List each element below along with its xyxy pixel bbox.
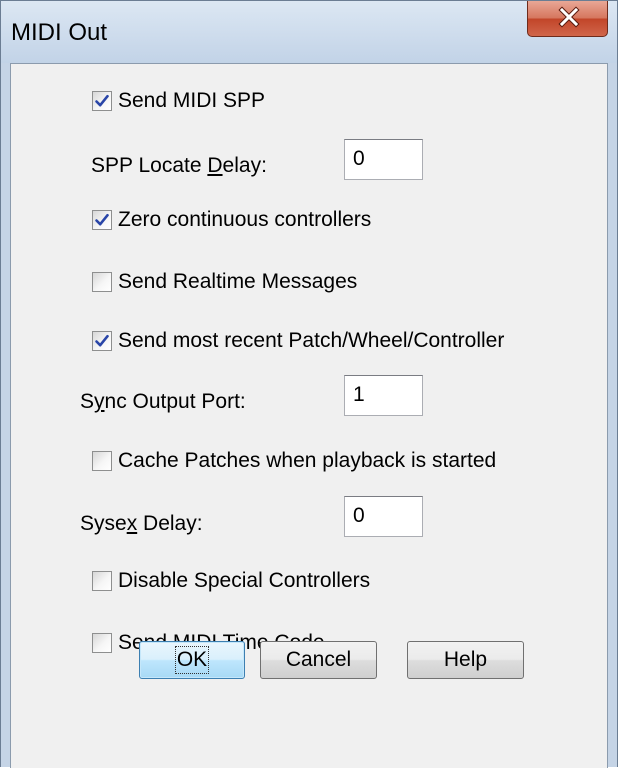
send-midi-spp-option[interactable]: Send MIDI SPP [92, 89, 265, 113]
send-most-recent-checkbox[interactable] [92, 331, 112, 351]
send-midi-spp-checkbox[interactable] [92, 91, 112, 111]
zero-continuous-controllers-option[interactable]: Zero continuous controllers [92, 208, 371, 232]
spp-locate-delay-input[interactable]: 0 [344, 139, 423, 180]
dialog-content: Send MIDI SPP SPP Locate Delay: 0 Zero c… [10, 63, 608, 768]
disable-special-controllers-checkbox[interactable] [92, 571, 112, 591]
send-midi-time-code-checkbox[interactable] [92, 633, 112, 653]
ok-button-label: OK [174, 646, 210, 674]
send-midi-spp-label: Send MIDI SPP [118, 89, 266, 112]
help-button-label: Help [443, 648, 488, 671]
checkmark-icon [95, 213, 109, 226]
close-icon [558, 6, 580, 28]
midi-out-dialog: MIDI Out Send MIDI SPP SPP Locate Delay:… [0, 0, 618, 768]
spp-locate-delay-label: SPP Locate Delay: [91, 154, 267, 177]
sysex-delay-label: Sysex Delay: [80, 512, 203, 535]
send-realtime-messages-checkbox[interactable] [92, 272, 112, 292]
cancel-button-label: Cancel [285, 648, 352, 671]
close-button[interactable] [527, 1, 608, 37]
send-realtime-messages-option[interactable]: Send Realtime Messages [92, 270, 357, 294]
cache-patches-option[interactable]: Cache Patches when playback is started [92, 449, 496, 473]
ok-button[interactable]: OK [139, 641, 245, 679]
checkmark-icon [95, 334, 109, 347]
zero-continuous-controllers-label: Zero continuous controllers [118, 208, 372, 231]
sysex-delay-input[interactable]: 0 [344, 496, 423, 537]
zero-continuous-controllers-checkbox[interactable] [92, 210, 112, 230]
send-most-recent-option[interactable]: Send most recent Patch/Wheel/Controller [92, 329, 504, 353]
send-realtime-messages-label: Send Realtime Messages [118, 270, 358, 293]
checkmark-icon [95, 94, 109, 107]
sync-output-port-label: Sync Output Port: [80, 390, 246, 413]
cancel-button[interactable]: Cancel [260, 641, 377, 679]
help-button[interactable]: Help [407, 641, 524, 679]
disable-special-controllers-option[interactable]: Disable Special Controllers [92, 569, 370, 593]
send-most-recent-label: Send most recent Patch/Wheel/Controller [118, 329, 505, 352]
dialog-title: MIDI Out [11, 19, 108, 46]
sync-output-port-input[interactable]: 1 [344, 375, 423, 416]
cache-patches-checkbox[interactable] [92, 451, 112, 471]
title-bar[interactable]: MIDI Out [1, 1, 617, 63]
disable-special-controllers-label: Disable Special Controllers [118, 569, 371, 592]
cache-patches-label: Cache Patches when playback is started [118, 449, 497, 472]
